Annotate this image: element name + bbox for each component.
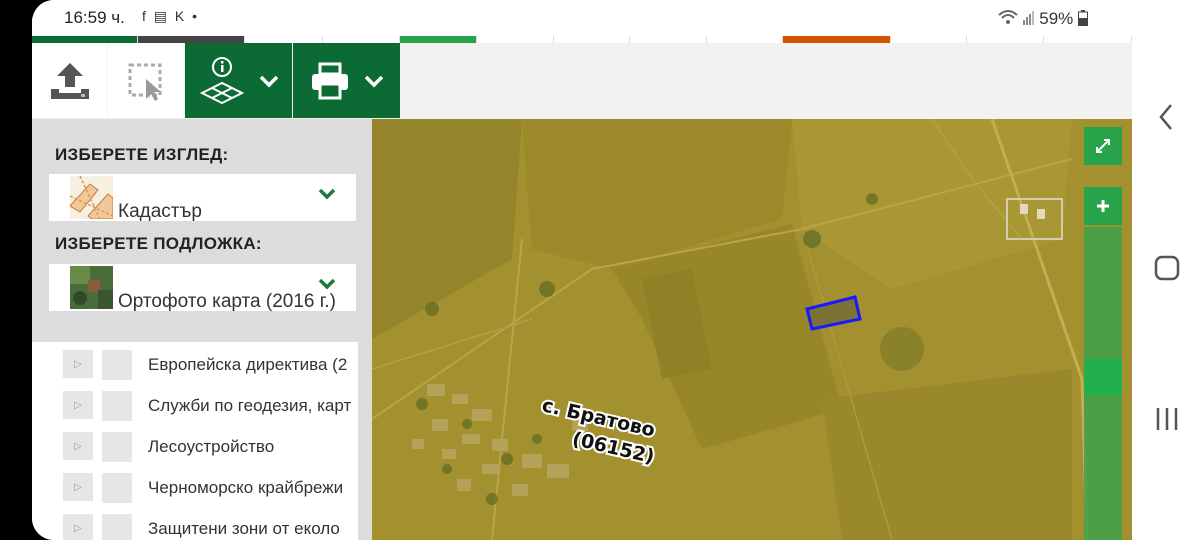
layer-label: Лесоустройство [148,437,275,456]
layer-label: Европейска директива (2 [148,355,348,374]
layer-checkbox[interactable] [102,391,132,421]
clock: 16:59 ч. [64,8,125,27]
base-section-title: ИЗБЕРЕТЕ ПОДЛОЖКА: [55,234,262,253]
plus-icon [1097,200,1109,212]
layer-item[interactable]: ▷ Европейска директива (2 [32,350,358,384]
layer-item[interactable]: ▷ Лесоустройство [32,432,358,466]
base-select[interactable]: Ортофото карта (2016 г.) [49,264,356,312]
layer-label: Служби по геодезия, карт [148,396,352,415]
print-icon [311,62,348,99]
layer-checkbox[interactable] [102,514,132,540]
battery-percent: 59% [1039,9,1074,28]
layer-checkbox[interactable] [102,350,132,380]
chevron-down-icon [364,75,383,87]
view-select[interactable]: Кадастър [49,174,356,222]
view-section-title: ИЗБЕРЕТЕ ИЗГЛЕД: [55,145,229,164]
home-icon[interactable] [1154,255,1180,281]
layer-item[interactable]: ▷ Черноморско крайбрежи [32,473,358,507]
android-navigation-bar [1132,0,1204,540]
cadastre-thumbnail [70,176,113,219]
expand-icon[interactable]: ▷ [63,473,93,501]
expand-arrows-icon [1096,139,1110,153]
recents-icon[interactable] [1154,407,1180,431]
expand-icon[interactable]: ▷ [63,514,93,540]
layer-item[interactable]: ▷ Защитени зони от еколо [32,514,358,540]
orthophoto-thumbnail [70,266,113,309]
zoom-slider-handle[interactable] [1084,359,1122,395]
layer-checkbox[interactable] [102,432,132,462]
expand-icon[interactable]: ▷ [63,391,93,419]
print-button[interactable] [293,43,400,118]
sidebar-panel: ИЗБЕРЕТЕ ИЗГЛЕД: Кадастър ИЗБЕРЕТЕ ПОДЛО… [32,119,372,540]
chevron-down-icon [259,75,278,87]
layers-info-icon [199,56,244,104]
wifi-icon [997,10,1034,25]
back-icon[interactable] [1156,102,1176,132]
upload-button[interactable] [32,43,107,118]
view-select-value: Кадастър [118,201,202,222]
base-select-value: Ортофото карта (2016 г.) [118,291,336,312]
orthophoto-map: с. Братово с. Братово (06152) (06152) [372,119,1132,540]
layer-checkbox[interactable] [102,473,132,503]
select-area-button[interactable] [108,43,184,118]
chevron-down-icon [318,278,336,290]
map-toolbar [32,43,1132,119]
expand-icon[interactable]: ▷ [63,350,93,378]
notification-icons: f ▤ K • [142,8,200,24]
phone-screen: 16:59 ч. f ▤ K • 59% ИЗБЕРЕТЕ ИЗГЛЕД: Ка… [32,0,1132,540]
chevron-down-icon [318,188,336,200]
battery-indicator: 59% [997,8,1088,29]
layer-tree: ▷ Европейска директива (2 ▷ Служби по ге… [32,342,358,540]
status-bar: 16:59 ч. f ▤ K • 59% [32,0,1132,36]
layers-info-button[interactable] [185,43,292,118]
layer-item[interactable]: ▷ Служби по геодезия, карт [32,391,358,425]
header-strip [32,36,1132,43]
layer-label: Черноморско крайбрежи [148,478,344,497]
upload-icon [50,62,89,99]
layer-label: Защитени зони от еколо [148,519,340,538]
battery-icon [1078,10,1088,26]
fullscreen-button[interactable] [1084,127,1122,165]
expand-icon[interactable]: ▷ [63,432,93,460]
select-area-icon [128,63,162,101]
zoom-in-button[interactable] [1084,187,1122,225]
map-view[interactable]: с. Братово с. Братово (06152) (06152) [372,119,1132,540]
